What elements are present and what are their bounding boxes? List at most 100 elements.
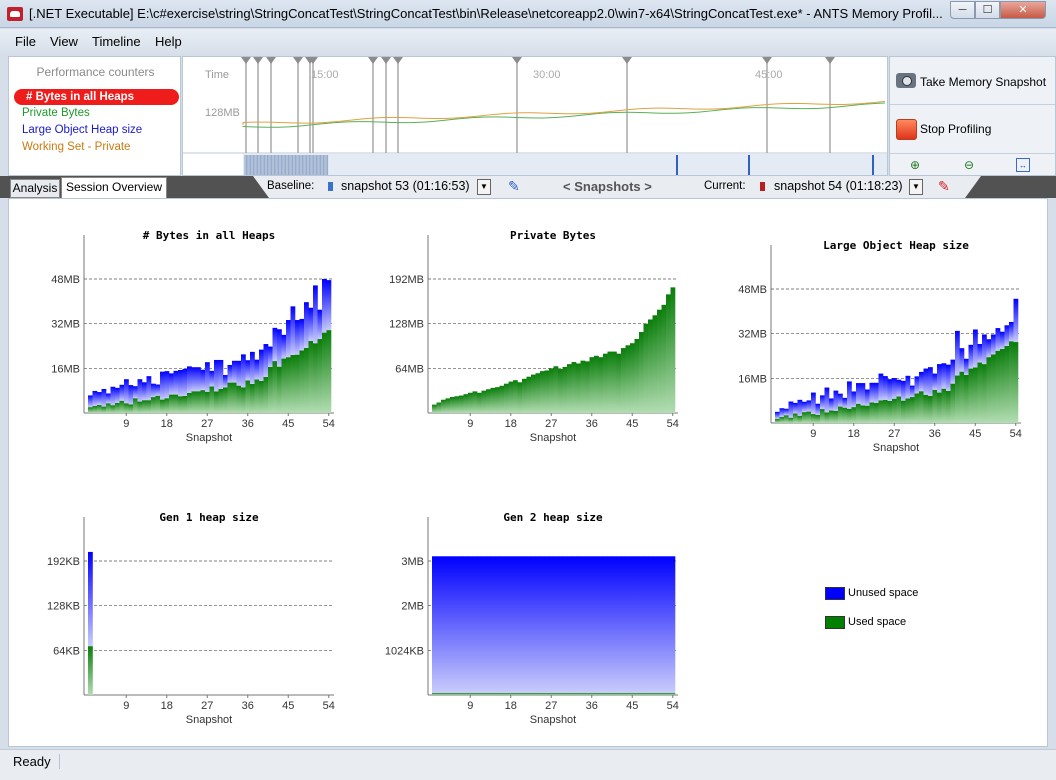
bar-unused [504,556,509,694]
bar-unused [187,366,192,393]
counter-working-set[interactable]: Working Set - Private [22,141,130,153]
bar-used [910,397,915,423]
bar-unused [463,556,469,694]
bar-used [110,405,116,413]
chart-title: # Bytes in all Heaps [143,229,275,242]
timeline-panel[interactable]: Time 128MB 15:00 30:00 45:00 [182,56,888,176]
bar-unused [295,320,300,355]
chart-y-tick-label: 3MB [401,556,424,568]
zoom-out-icon[interactable]: ⊖ [962,158,976,172]
chart-y-tick-label: 192MB [389,274,424,286]
bar-unused [991,334,996,355]
bar-unused [883,376,888,400]
bar-used [299,350,305,413]
bar-used [544,693,550,695]
bar-used [119,400,125,413]
minimize-button[interactable]: ─ [950,1,975,19]
chart-x-tick-label: 36 [242,418,254,430]
bar-used [589,357,595,413]
bar-used [851,407,857,423]
bar-used [468,693,473,695]
bar-used [441,399,446,413]
bar-unused [833,390,839,411]
bar-unused [88,395,93,408]
bar-used [272,361,278,413]
bar-unused [468,556,473,694]
bar-unused [173,370,179,395]
bar-used [495,387,500,413]
tab-session-overview[interactable]: Session Overview [61,177,167,198]
legend-unused-label: Unused space [848,587,919,599]
bar-used [652,693,658,695]
bar-unused [326,280,332,331]
menu-file[interactable]: File [15,34,36,49]
chart-x-tick-label: 54 [323,418,335,430]
bar-used [182,395,188,413]
maximize-button[interactable]: ☐ [975,1,1000,19]
menu-timeline[interactable]: Timeline [92,34,141,49]
chart-x-tick-label: 27 [545,418,557,430]
chart-x-label: Snapshot [186,714,232,726]
bar-used [227,382,233,413]
menu-view[interactable]: View [50,34,78,49]
bar-used [115,402,120,413]
counter-private-bytes[interactable]: Private Bytes [22,107,90,119]
chart-x-tick-label: 36 [242,700,254,712]
snapshot-marker-head [393,57,403,64]
bar-unused [236,360,242,386]
chart-y-tick-label: 64MB [395,363,424,375]
bar-used [639,693,644,695]
bar-unused [634,556,640,694]
chart-y-tick-label: 192KB [47,556,80,568]
timeline-y-label: 128MB [205,107,240,119]
bar-used [1013,342,1019,423]
bar-used [540,371,545,413]
bar-unused [1013,298,1019,343]
zoom-in-icon[interactable]: ⊕ [908,158,922,172]
menu-help[interactable]: Help [155,34,182,49]
status-bar: Ready [0,749,1056,780]
current-select[interactable]: snapshot 54 (01:18:23) [774,179,903,193]
baseline-dropdown-icon[interactable]: ▼ [477,179,491,195]
bar-used [666,693,671,695]
bar-used [164,398,170,413]
bar-used [824,412,830,423]
bar-used [670,287,676,413]
bar-used [612,351,617,413]
bar-used [661,693,667,695]
legend-unused-swatch [825,587,845,600]
bar-used [155,395,161,413]
bar-used [173,394,179,413]
title-bar: [.NET Executable] E:\c#exercise\string\S… [0,0,1056,28]
current-dropdown-icon[interactable]: ▼ [909,179,923,195]
bar-used [670,693,676,695]
timeline-tick: 15:00 [311,69,339,81]
counters-title: Performance counters [36,65,155,79]
bar-used [241,387,246,413]
baseline-select[interactable]: snapshot 53 (01:16:53) [341,179,470,193]
bar-unused [459,556,464,694]
close-button[interactable]: ✕ [1000,1,1046,19]
baseline-pencil-icon[interactable]: ✎ [508,178,520,195]
bar-unused [589,556,595,694]
bar-unused [526,556,532,694]
actions-panel: Take Memory Snapshot Stop Profiling ⊕ ⊖ … [889,56,1056,176]
bar-used [504,383,509,413]
zoom-fit-icon[interactable]: ↔ [1016,158,1030,172]
snapshots-nav[interactable]: < Snapshots > [563,179,652,194]
take-snapshot-button[interactable]: Take Memory Snapshot [890,57,1055,105]
bar-used [445,398,451,413]
bar-used [607,351,613,413]
chart-y-tick-label: 64KB [53,645,80,657]
counter-large-object-heap[interactable]: Large Object Heap size [22,124,142,136]
bar-unused [937,364,942,393]
bar-unused [214,359,219,392]
stop-profiling-button[interactable]: Stop Profiling [890,106,1055,154]
bar-used [151,397,156,413]
current-pencil-icon[interactable]: ✎ [938,178,950,195]
counter-bytes-all-heaps[interactable]: # Bytes in all Heaps [14,89,179,105]
bar-used [788,417,794,423]
bar-used [982,364,987,423]
tab-analysis[interactable]: Analysis [10,179,60,198]
chart-y-tick-label: 32MB [738,329,767,341]
